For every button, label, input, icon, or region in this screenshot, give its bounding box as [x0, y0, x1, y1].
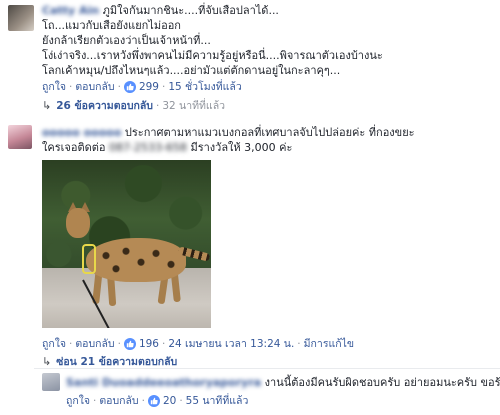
comment-line: ภูมิใจกันมากชินะ....ที่จับเสือปลาได้... [102, 4, 279, 17]
edited-link[interactable]: มีการแก้ไข [304, 337, 354, 351]
thumbs-up-icon[interactable] [147, 395, 160, 407]
reply-link[interactable]: ตอบกลับ [99, 394, 138, 408]
comment-actions: ถูกใจ · ตอบกลับ · 299 · 15 ชั่วโมงที่แล้… [42, 80, 242, 94]
avatar[interactable] [8, 125, 32, 149]
like-count[interactable]: 20 [163, 394, 176, 408]
comment-timestamp[interactable]: 15 ชั่วโมงที่แล้ว [168, 80, 241, 94]
thumbs-up-icon[interactable] [123, 81, 136, 93]
comment-line: โถ...แมวกับเสือยังแยกไม่ออก [42, 19, 181, 32]
reply-text: Santi Duoaddeeoathoryaporyra งานนี้ต้องม… [66, 375, 500, 390]
comment-line: ประกาศตามหาแมวเบงกอลที่เทศบาลจับไปปล่อยค… [124, 126, 415, 139]
cat-body [86, 238, 186, 282]
separator-dot: · [117, 81, 121, 93]
avatar[interactable] [8, 5, 34, 31]
reply-author[interactable]: Santi Duoaddeeoathoryaporyra [66, 375, 261, 390]
separator-dot: · [69, 81, 73, 93]
cat-head [66, 208, 90, 238]
thumbs-up-icon[interactable] [123, 338, 136, 350]
reply-arrow-icon: ↳ [42, 99, 52, 112]
view-replies[interactable]: ↳ 26 ข้อความตอบกลับ · 32 นาทีที่แล้ว [42, 99, 225, 113]
hide-replies[interactable]: ↳ ซ่อน 21 ข้อความตอบกลับ [42, 355, 177, 369]
comment-author[interactable]: Catty Ain [42, 3, 99, 18]
replies-timestamp: 32 นาทีที่แล้ว [162, 100, 226, 112]
like-count[interactable]: 196 [139, 337, 159, 351]
separator-dot: · [179, 395, 183, 407]
separator-dot: · [117, 338, 121, 350]
reply-actions: ถูกใจ · ตอบกลับ · 20 · 55 นาทีที่แล้ว [66, 394, 248, 408]
comment-author[interactable]: ooooo ooooo [42, 125, 121, 140]
replies-count-label[interactable]: 26 ข้อความตอบกลับ [56, 99, 153, 113]
comment-actions: ถูกใจ · ตอบกลับ · 196 · 24 เมษายน เวลา 1… [42, 337, 354, 351]
reply-link[interactable]: ตอบกลับ [75, 337, 114, 351]
separator-dot: · [161, 338, 166, 350]
comment-line-suffix: มีรางวัลให้ 3,000 ค่ะ [190, 141, 293, 154]
comment-line: ใครเจอติดต่อ 087-2533-658 มีรางวัลให้ 3,… [42, 140, 292, 155]
comment-line: โง่เง่าจริง...เราหวังพึ่งพาคนไม่มีความรู… [42, 49, 383, 62]
like-link[interactable]: ถูกใจ [42, 80, 66, 94]
cat-harness [82, 244, 96, 274]
separator-dot: · [161, 81, 166, 93]
separator-dot: · [155, 100, 160, 112]
reply-line: งานนี้ต้องมีคนรับผิดชอบครับ อย่ายอมนะครั… [264, 376, 500, 389]
comment-line: โลกเค้าหมุน/ปถึงไหนๆแล้ว....อย่ามัวแต่ตั… [42, 64, 341, 77]
comment-text: Catty Ain ภูมิใจกันมากชินะ....ที่จับเสือ… [42, 3, 279, 18]
reply-timestamp[interactable]: 55 นาทีที่แล้ว [186, 394, 249, 408]
like-count[interactable]: 299 [139, 80, 159, 94]
separator-dot: · [69, 338, 73, 350]
separator-dot: · [141, 395, 145, 407]
reply-arrow-icon: ↳ [42, 355, 52, 368]
like-link[interactable]: ถูกใจ [42, 337, 66, 351]
comment-line-prefix: ใครเจอติดต่อ [42, 141, 106, 154]
like-link[interactable]: ถูกใจ [66, 394, 90, 408]
divider [34, 368, 500, 369]
cat-photo[interactable] [42, 160, 211, 328]
separator-dot: · [93, 395, 97, 407]
phone-number: 087-2533-658 [109, 141, 187, 154]
reply-link[interactable]: ตอบกลับ [75, 80, 114, 94]
avatar[interactable] [42, 373, 60, 391]
hide-replies-label[interactable]: ซ่อน 21 ข้อความตอบกลับ [56, 355, 177, 369]
separator-dot: · [297, 338, 301, 350]
comment-text: ooooo ooooo ประกาศตามหาแมวเบงกอลที่เทศบา… [42, 125, 415, 140]
comment-line: ยังกล้าเรียกตัวเองว่าเป็นเจ้าหน้าที่... [42, 34, 211, 47]
comment-timestamp[interactable]: 24 เมษายน เวลา 13:24 น. [168, 337, 294, 351]
